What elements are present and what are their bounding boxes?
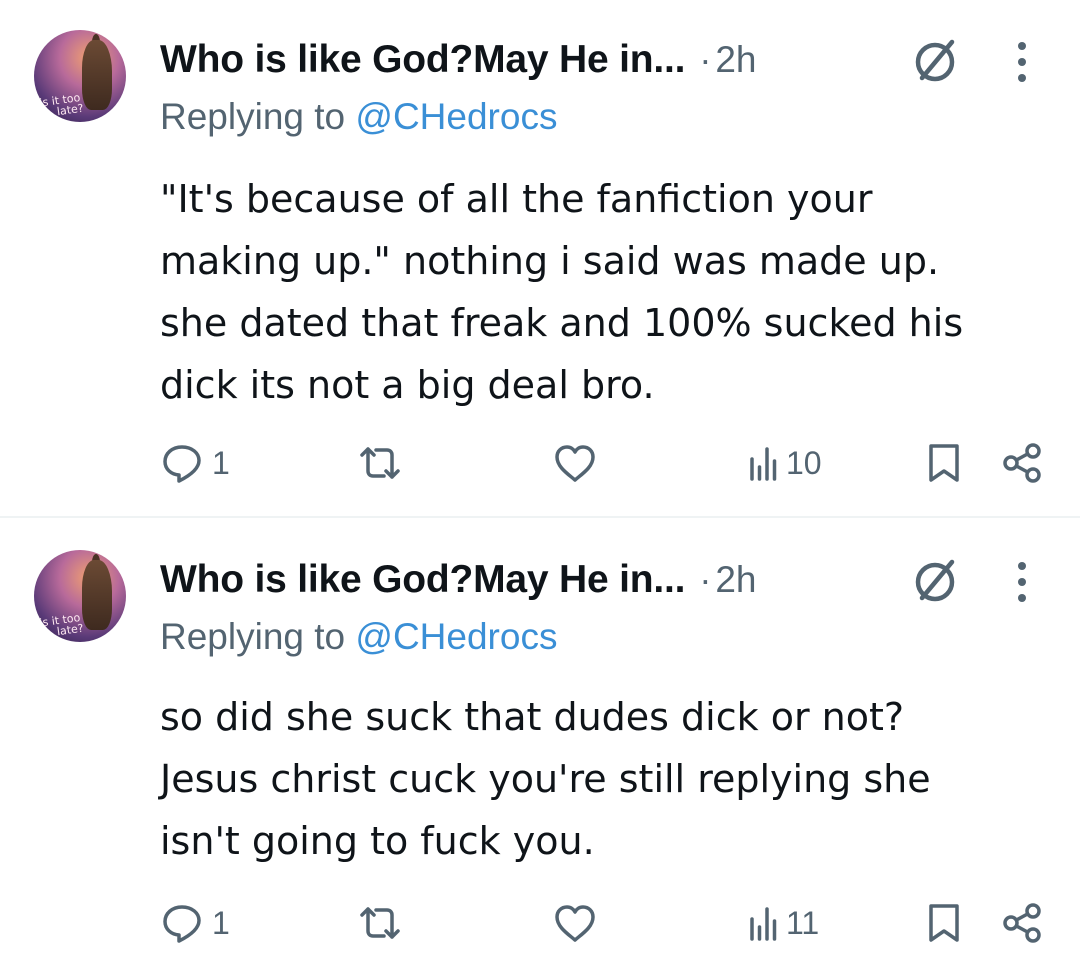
reply-icon	[163, 905, 201, 943]
retweet-button[interactable]	[356, 898, 412, 948]
reply-count: 1	[212, 904, 230, 941]
views-button[interactable]: 11	[748, 898, 819, 948]
share-button[interactable]	[1000, 898, 1044, 948]
tweet-divider	[0, 516, 1080, 518]
retweet-icon	[360, 907, 400, 939]
share-icon	[1003, 903, 1041, 943]
avatar-caption: is it too late?	[39, 607, 121, 640]
display-name[interactable]: Who is like God?May He in...	[160, 558, 686, 602]
tweet-header: Who is like God?May He in... · 2h	[160, 550, 756, 610]
replying-to: Replying to @CHedrocs	[160, 616, 557, 658]
action-bar: 1 11	[0, 898, 1080, 948]
replying-to-label: Replying to	[160, 616, 356, 657]
separator-dot: ·	[699, 559, 712, 600]
reply-button[interactable]: 1	[160, 898, 230, 948]
view-count: 11	[786, 904, 820, 941]
tweet-text-line: Jesus christ cuck you're still replying …	[160, 757, 931, 801]
tweet-text-line: so did she suck that dudes dick or not?	[160, 695, 905, 739]
tweet-text-line: isn't going to fuck you.	[160, 819, 595, 863]
bookmark-button[interactable]	[924, 898, 964, 948]
reply-handle-link[interactable]: @CHedrocs	[355, 616, 557, 657]
like-button[interactable]	[552, 898, 606, 948]
tweet-text: so did she suck that dudes dick or not? …	[160, 686, 1060, 872]
grok-icon[interactable]	[908, 554, 962, 608]
heart-icon	[555, 905, 595, 942]
bookmark-icon	[929, 904, 959, 942]
views-bar-chart-icon	[750, 907, 777, 941]
more-vertical-icon[interactable]	[1016, 560, 1028, 604]
tweet[interactable]: is it too late? Who is like God?May He i…	[0, 0, 1080, 943]
timestamp[interactable]: 2h	[715, 559, 756, 601]
avatar[interactable]: is it too late?	[34, 550, 126, 642]
